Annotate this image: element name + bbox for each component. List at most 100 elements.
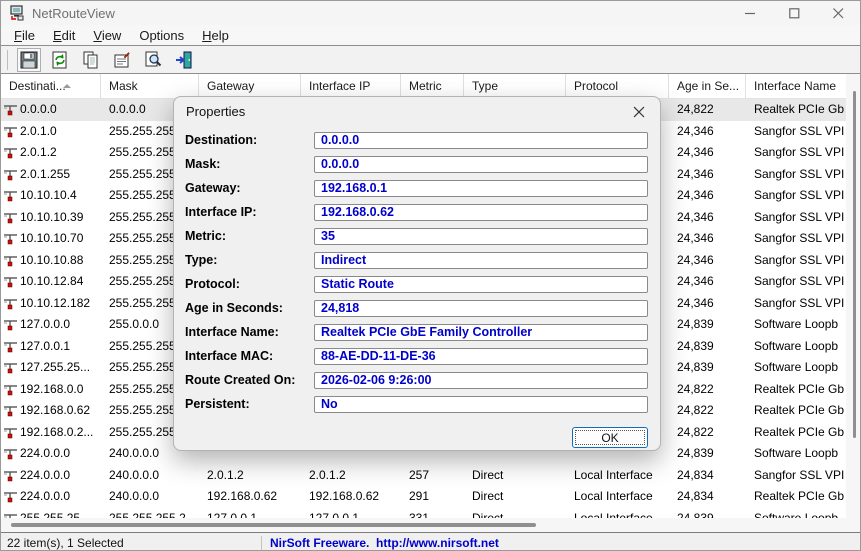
cell-mask: 240.0.0.0	[101, 465, 199, 487]
cell-gateway: 127.0.0.1	[199, 508, 301, 519]
minimize-button[interactable]	[728, 1, 772, 25]
horizontal-scrollbar[interactable]	[1, 518, 846, 532]
menu-bar: FileEditViewOptionsHelp	[1, 25, 860, 46]
table-row[interactable]: 255.255.25... 255.255.255.2... 127.0.0.1…	[1, 508, 846, 519]
column-header[interactable]: Destinati...	[1, 74, 101, 98]
field-value[interactable]: Indirect	[314, 252, 648, 269]
field-value[interactable]: 2026-02-06 9:26:00	[314, 372, 648, 389]
close-icon	[633, 106, 645, 118]
field-row: Metric: 35	[185, 224, 648, 248]
column-header[interactable]: Mask	[101, 74, 199, 98]
menu-item[interactable]: Options	[130, 28, 193, 43]
cell-destination: 10.10.12.84	[1, 271, 101, 293]
cell-destination: 10.10.10.4	[1, 185, 101, 207]
field-value[interactable]: 192.168.0.1	[314, 180, 648, 197]
column-header[interactable]: Metric	[401, 74, 464, 98]
field-value[interactable]: 0.0.0.0	[314, 132, 648, 149]
cell-interface-name: Sangfor SSL VPI	[746, 228, 846, 250]
cell-interface-name: Sangfor SSL VPI	[746, 271, 846, 293]
field-value[interactable]: 0.0.0.0	[314, 156, 648, 173]
cell-mask: 255.255.255.2...	[101, 508, 199, 519]
refresh-icon	[51, 51, 69, 69]
maximize-button[interactable]	[772, 1, 816, 25]
cell-destination: 127.255.25...	[1, 357, 101, 379]
column-header[interactable]: Age in Se...	[669, 74, 746, 98]
cell-interface-ip: 2.0.1.2	[301, 465, 401, 487]
horizontal-scrollbar-thumb[interactable]	[11, 523, 536, 527]
menu-item[interactable]: View	[84, 28, 130, 43]
field-row: Destination: 0.0.0.0	[185, 128, 648, 152]
column-header[interactable]: Gateway	[199, 74, 301, 98]
column-header[interactable]: Interface IP	[301, 74, 401, 98]
cell-interface-name: Sangfor SSL VPI	[746, 465, 846, 487]
field-row: Interface MAC: 88-AE-DD-11-DE-36	[185, 344, 648, 368]
sort-ascending-icon	[63, 84, 71, 88]
cell-protocol: Local Interface	[566, 508, 669, 519]
vertical-scrollbar[interactable]	[846, 74, 861, 532]
cell-age: 24,346	[669, 228, 746, 250]
field-value[interactable]: 192.168.0.62	[314, 204, 648, 221]
cell-destination: 10.10.10.88	[1, 250, 101, 272]
cell-protocol: Local Interface	[566, 465, 669, 487]
cell-age: 24,822	[669, 379, 746, 401]
field-row: Type: Indirect	[185, 248, 648, 272]
cell-interface-name: Sangfor SSL VPI	[746, 121, 846, 143]
cell-destination: 224.0.0.0	[1, 465, 101, 487]
field-row: Interface Name: Realtek PCIe GbE Family …	[185, 320, 648, 344]
window-title: NetRouteView	[32, 6, 115, 21]
field-value[interactable]: 35	[314, 228, 648, 245]
field-row: Route Created On: 2026-02-06 9:26:00	[185, 368, 648, 392]
status-bar: 22 item(s), 1 Selected NirSoft Freeware.…	[1, 532, 860, 551]
cell-age: 24,839	[669, 314, 746, 336]
cell-age: 24,346	[669, 121, 746, 143]
find-button[interactable]	[141, 48, 165, 72]
table-row[interactable]: 224.0.0.0 240.0.0.0 2.0.1.2 2.0.1.2 257 …	[1, 465, 846, 487]
refresh-button[interactable]	[48, 48, 72, 72]
toolbar-gripper	[7, 50, 8, 70]
close-button[interactable]	[816, 1, 860, 25]
table-row[interactable]: 224.0.0.0 240.0.0.0 192.168.0.62 192.168…	[1, 486, 846, 508]
column-header[interactable]: Protocol	[566, 74, 669, 98]
copy-button[interactable]	[79, 48, 103, 72]
cell-interface-name: Sangfor SSL VPI	[746, 142, 846, 164]
item-count-text: 22 item(s), 1 Selected	[1, 536, 257, 550]
cell-interface-name: Sangfor SSL VPI	[746, 293, 846, 315]
dialog-close-button[interactable]	[631, 104, 647, 120]
cell-destination: 10.10.12.182	[1, 293, 101, 315]
field-value[interactable]: 88-AE-DD-11-DE-36	[314, 348, 648, 365]
properties-button[interactable]	[110, 48, 134, 72]
cell-destination: 192.168.0.62	[1, 400, 101, 422]
menu-item[interactable]: Edit	[44, 28, 84, 43]
ok-button[interactable]: OK	[572, 427, 648, 448]
cell-destination: 127.0.0.0	[1, 314, 101, 336]
cell-gateway: 192.168.0.62	[199, 486, 301, 508]
cell-mask: 240.0.0.0	[101, 486, 199, 508]
field-value[interactable]: Realtek PCIe GbE Family Controller	[314, 324, 648, 341]
field-label: Type:	[185, 253, 314, 267]
nirsoft-link[interactable]: NirSoft Freeware. http://www.nirsoft.net	[266, 536, 499, 550]
column-header[interactable]: Type	[464, 74, 566, 98]
cell-age: 24,346	[669, 207, 746, 229]
menu-item[interactable]: Help	[193, 28, 238, 43]
column-header[interactable]: Interface Name	[746, 74, 846, 98]
cell-interface-name: Realtek PCIe Gb	[746, 400, 846, 422]
field-value[interactable]: Static Route	[314, 276, 648, 293]
properties-icon	[113, 51, 131, 69]
menu-item[interactable]: File	[5, 28, 44, 43]
cell-destination: 2.0.1.2	[1, 142, 101, 164]
cell-age: 24,346	[669, 164, 746, 186]
field-value[interactable]: No	[314, 396, 648, 413]
field-label: Mask:	[185, 157, 314, 171]
vertical-scrollbar-thumb[interactable]	[853, 91, 856, 438]
field-row: Age in Seconds: 24,818	[185, 296, 648, 320]
copy-icon	[82, 51, 100, 69]
field-value[interactable]: 24,818	[314, 300, 648, 317]
cell-interface-ip: 127.0.0.1	[301, 508, 401, 519]
exit-button[interactable]	[172, 48, 196, 72]
cell-interface-name: Software Loopb	[746, 508, 846, 519]
cell-interface-name: Sangfor SSL VPI	[746, 250, 846, 272]
save-button[interactable]	[17, 48, 41, 72]
cell-age: 24,822	[669, 400, 746, 422]
status-divider	[261, 536, 262, 550]
cell-interface-name: Software Loopb	[746, 336, 846, 358]
